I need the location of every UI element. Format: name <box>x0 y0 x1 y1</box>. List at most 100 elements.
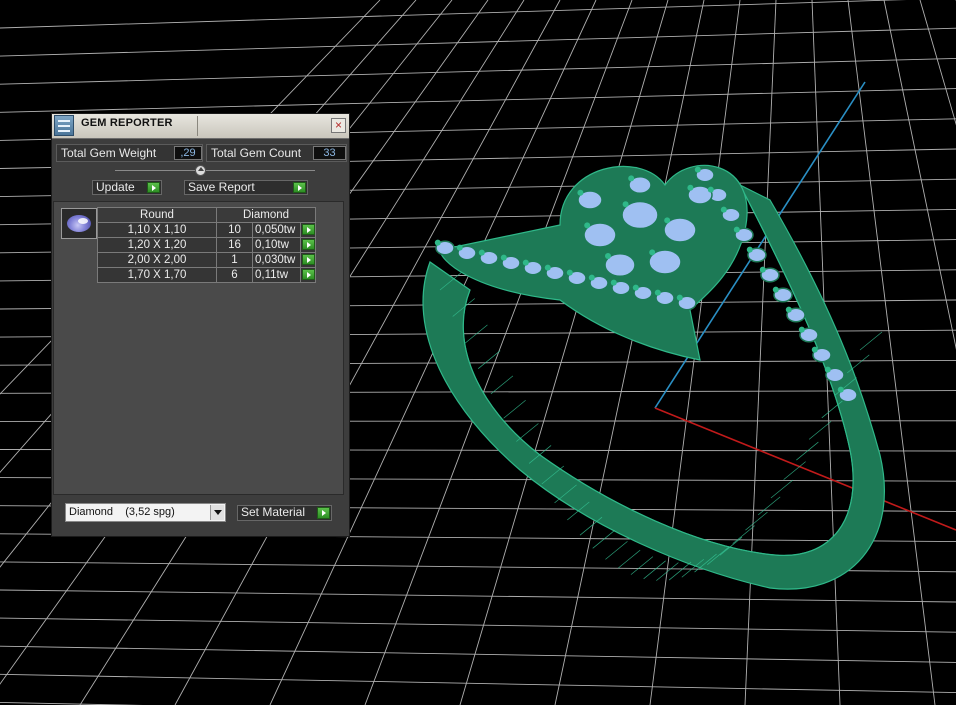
prong <box>654 289 661 296</box>
prong <box>478 249 485 256</box>
total-gem-weight-label: Total Gem Weight <box>61 146 157 160</box>
grid-line <box>0 88 956 113</box>
set-material-button-label: Set Material <box>241 505 306 519</box>
grid-line <box>0 673 956 694</box>
set-material-button[interactable]: Set Material <box>237 505 332 521</box>
panel-splitter-line <box>115 170 315 171</box>
go-arrow-icon[interactable] <box>302 254 315 265</box>
update-button-label: Update <box>96 180 135 194</box>
prong <box>500 254 507 261</box>
grid-line <box>0 27 956 57</box>
prong <box>588 274 595 281</box>
gem-weight-cell: 0,10tw <box>252 237 301 253</box>
prong <box>622 201 629 208</box>
table-row[interactable]: 1,10 X 1,10 10 0,050tw <box>97 222 316 238</box>
gem-count-cell: 10 <box>216 222 253 238</box>
save-report-button-label: Save Report <box>188 180 255 194</box>
prong <box>772 286 779 293</box>
column-header-material: Diamond <box>216 207 316 223</box>
prong <box>707 186 714 193</box>
save-report-button[interactable]: Save Report <box>184 180 308 195</box>
gem-weight-cell: 0,11tw <box>252 267 301 283</box>
gem-reporter-app-icon <box>54 115 74 136</box>
gem-weight-cell: 0,050tw <box>252 222 301 238</box>
gem-weight-cell: 0,030tw <box>252 252 301 268</box>
gem-size-cell: 2,00 X 2,00 <box>97 252 217 268</box>
wireframe-segment <box>605 541 628 560</box>
gem-size-cell: 1,70 X 1,70 <box>97 267 217 283</box>
total-gem-count-label: Total Gem Count <box>211 146 302 160</box>
update-button[interactable]: Update <box>92 180 162 195</box>
title-bar[interactable]: GEM REPORTER × <box>52 114 349 139</box>
go-arrow-icon[interactable] <box>302 239 315 250</box>
prong <box>456 244 463 251</box>
prong <box>798 326 805 333</box>
go-arrow-icon[interactable] <box>302 269 315 280</box>
column-header-shape: Round <box>97 207 217 223</box>
prong <box>785 306 792 313</box>
prong <box>733 226 740 233</box>
wireframe-segment <box>592 530 615 549</box>
prong <box>610 279 617 286</box>
prong <box>694 166 701 173</box>
grid-line <box>459 0 669 705</box>
dropdown-arrow-icon[interactable] <box>210 505 224 520</box>
prong <box>566 269 573 276</box>
go-arrow-icon <box>293 182 306 193</box>
grid-line <box>919 0 956 126</box>
gem-count-cell: 16 <box>216 237 253 253</box>
wireframe-segment <box>617 549 641 569</box>
total-gem-weight-field: Total Gem Weight ,29 <box>56 144 203 162</box>
prong <box>522 259 529 266</box>
go-arrow-icon <box>147 182 160 193</box>
wireframe-segment <box>770 479 794 499</box>
prong <box>676 294 683 301</box>
slider-knob-icon[interactable] <box>195 165 206 176</box>
prong <box>837 386 844 393</box>
grid-line <box>0 645 956 663</box>
go-arrow-icon[interactable] <box>302 224 315 235</box>
prong <box>746 246 753 253</box>
prong <box>811 346 818 353</box>
material-select[interactable]: Diamond (3,52 spg) <box>65 503 226 522</box>
prong <box>434 239 441 246</box>
gem-table: Round Diamond 1,10 X 1,10 10 0,050tw 1,2… <box>97 207 316 283</box>
prong <box>605 253 611 259</box>
wireframe-segment <box>630 556 654 575</box>
prong <box>720 206 727 213</box>
wireframe-segment <box>859 331 883 351</box>
total-gem-weight-value: ,29 <box>174 146 202 160</box>
round-diamond-icon[interactable] <box>61 208 97 239</box>
table-row[interactable]: 1,70 X 1,70 6 0,11tw <box>97 267 316 283</box>
prong <box>584 222 591 229</box>
wireframe-segment <box>477 350 501 369</box>
grid-line <box>847 0 936 705</box>
total-gem-count-value: 33 <box>313 146 346 160</box>
go-arrow-icon <box>317 507 330 519</box>
wireframe-segment <box>757 496 781 516</box>
wireframe-segment <box>490 375 514 395</box>
prong <box>628 175 635 182</box>
prong <box>824 366 831 373</box>
wireframe-segment <box>808 421 832 440</box>
prong <box>759 266 766 273</box>
prong <box>632 284 639 291</box>
close-icon[interactable]: × <box>331 118 346 133</box>
wireframe-segment <box>579 516 603 536</box>
grid-line <box>0 57 956 85</box>
wireframe-segment <box>745 511 768 531</box>
table-row[interactable]: 1,20 X 1,20 16 0,10tw <box>97 237 316 253</box>
gem-count-cell: 6 <box>216 267 253 283</box>
grid-line <box>883 0 956 350</box>
ring-model <box>422 164 885 590</box>
material-select-value: Diamond (3,52 spg) <box>69 506 175 518</box>
wireframe-segment <box>516 423 539 442</box>
gem-size-cell: 1,10 X 1,10 <box>97 222 217 238</box>
table-row[interactable]: 2,00 X 2,00 1 0,030tw <box>97 252 316 268</box>
window-title: GEM REPORTER <box>81 117 173 129</box>
total-gem-count-field: Total Gem Count 33 <box>206 144 347 162</box>
x-axis-line <box>654 407 956 531</box>
gem-count-cell: 1 <box>216 252 253 268</box>
wireframe-segment <box>503 399 526 419</box>
gem-reporter-window: GEM REPORTER × Total Gem Weight ,29 Tota… <box>51 113 350 537</box>
